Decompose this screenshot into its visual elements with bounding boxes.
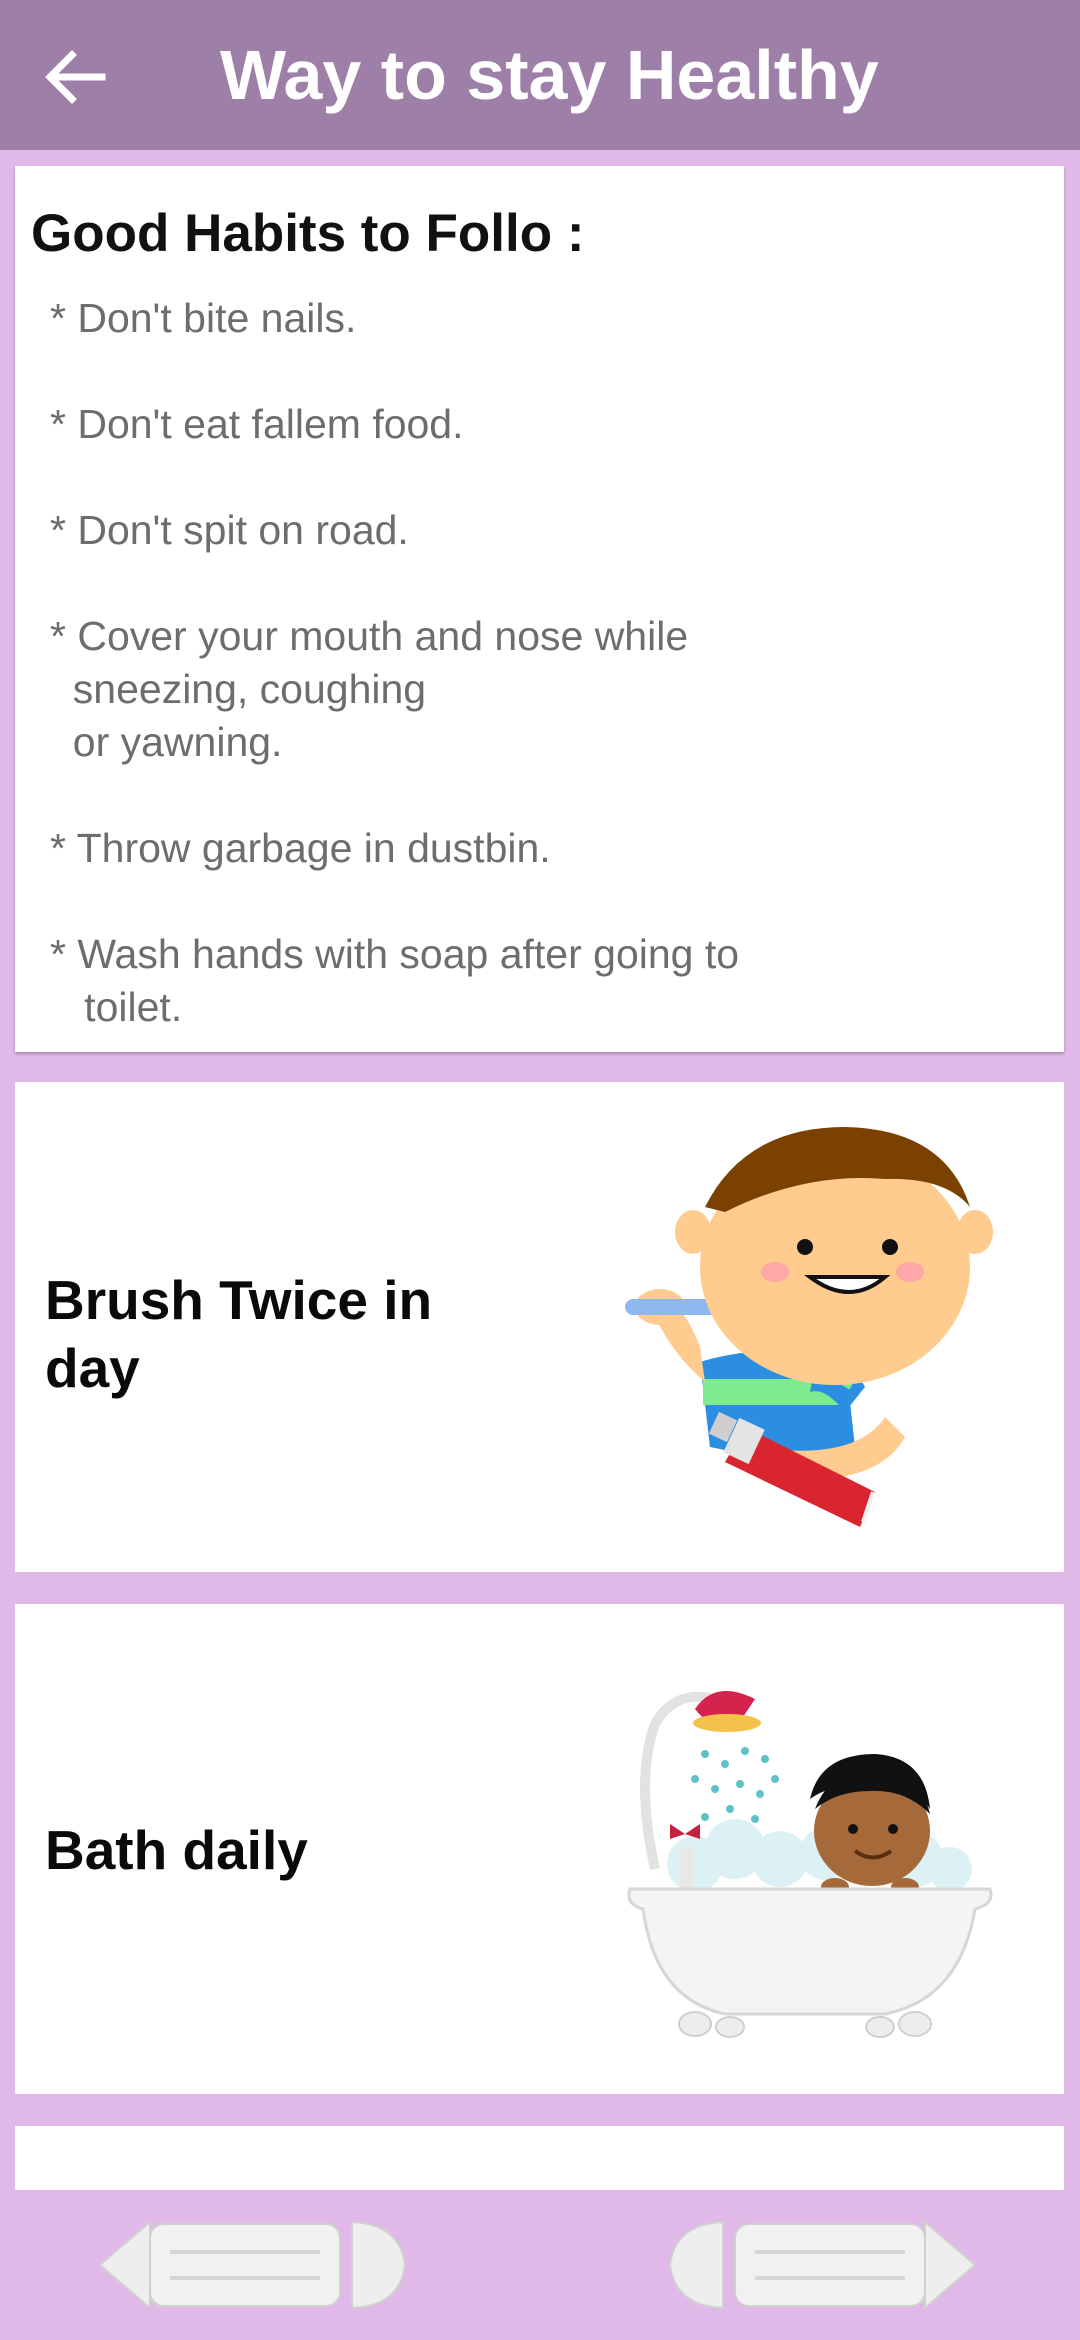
- habit-item: * Don't bite nails.: [50, 295, 357, 341]
- next-button[interactable]: [665, 2210, 985, 2320]
- app-bar: Way to stay Healthy: [0, 0, 1080, 150]
- previous-button[interactable]: [90, 2210, 410, 2320]
- boy-brushing-teeth-illustration: [625, 1127, 993, 1527]
- habit-item: * Wash hands with soap after going to to…: [50, 931, 740, 1030]
- habits-card: Good Habits to Follo : * Don't bite nail…: [15, 166, 1064, 1052]
- habit-card-bath[interactable]: Bath daily: [15, 1604, 1064, 2094]
- card-label: Brush Twice in day: [45, 1269, 433, 1399]
- habits-heading: Good Habits to Follo :: [31, 204, 585, 263]
- previous-arrow-icon: [98, 2219, 407, 2311]
- habit-item: * Cover your mouth and nose while sneezi…: [50, 613, 689, 765]
- back-button[interactable]: [30, 32, 120, 122]
- page-title: Way to stay Healthy: [220, 36, 879, 114]
- arrow-left-icon: [45, 50, 106, 104]
- habit-item: * Throw garbage in dustbin.: [50, 825, 551, 871]
- habit-card-next[interactable]: [15, 2126, 1064, 2190]
- habit-item: * Don't eat fallem food.: [50, 401, 464, 447]
- habit-item: * Don't spit on road.: [50, 507, 409, 553]
- card-label: Bath daily: [45, 1819, 308, 1881]
- next-arrow-icon: [668, 2219, 977, 2311]
- content-scroll[interactable]: Good Habits to Follo : * Don't bite nail…: [0, 150, 1080, 2190]
- habit-card-brush[interactable]: Brush Twice in day: [15, 1082, 1064, 1572]
- child-in-bathtub-illustration: [627, 1691, 993, 2038]
